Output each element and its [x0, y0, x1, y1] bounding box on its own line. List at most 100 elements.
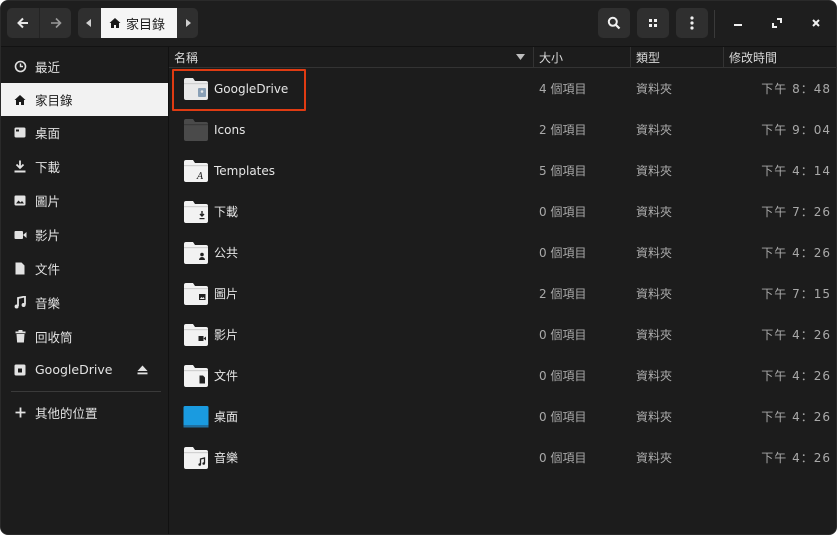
- desktop-folder-icon: [183, 405, 209, 429]
- header-bar: 家目錄: [1, 1, 836, 47]
- column-header-size[interactable]: 大小: [534, 47, 631, 67]
- sidebar-item-label: 最近: [35, 60, 61, 75]
- table-row[interactable]: 音樂 0 個項目 資料夾 下午 4：26: [169, 437, 836, 478]
- sidebar: 最近 家目錄 桌面 下載 圖片 影片 文件 音樂 回收筒 GoogleDrive…: [1, 47, 169, 534]
- videos-folder-icon: [183, 323, 209, 347]
- close-button[interactable]: [801, 8, 831, 38]
- sidebar-item-videos[interactable]: 影片: [1, 218, 168, 251]
- forward-button[interactable]: [39, 8, 71, 38]
- column-header-label: 修改時間: [729, 50, 778, 65]
- table-row[interactable]: 公共 0 個項目 資料夾 下午 4：26: [169, 232, 836, 273]
- desktop-icon: [13, 126, 27, 140]
- file-name: GoogleDrive: [214, 81, 289, 96]
- sidebar-item-other-locations[interactable]: 其他的位置: [1, 396, 168, 429]
- sidebar-item-trash[interactable]: 回收筒: [1, 320, 168, 353]
- download-folder-icon: [183, 200, 209, 224]
- file-size: 4 個項目: [539, 82, 587, 96]
- file-type: 資料夾: [636, 123, 673, 137]
- templates-folder-icon: A: [183, 159, 209, 183]
- sidebar-item-label: 桌面: [35, 126, 61, 141]
- file-name: 音樂: [214, 451, 239, 465]
- table-row[interactable]: Icons 2 個項目 資料夾 下午 9：04: [169, 109, 836, 150]
- sidebar-item-label: GoogleDrive: [35, 362, 113, 377]
- sidebar-item-home[interactable]: 家目錄: [1, 83, 168, 116]
- maximize-button[interactable]: [762, 8, 792, 38]
- file-modified: 下午 4：26: [761, 369, 831, 383]
- table-row[interactable]: 圖片 2 個項目 資料夾 下午 7：15: [169, 273, 836, 314]
- search-icon: [607, 16, 621, 30]
- chevron-left-icon: [86, 19, 91, 27]
- file-size: 0 個項目: [539, 451, 587, 465]
- sidebar-item-label: 家目錄: [35, 93, 73, 108]
- table-row[interactable]: 桌面 0 個項目 資料夾 下午 4：26: [169, 396, 836, 437]
- sidebar-item-downloads[interactable]: 下載: [1, 150, 168, 183]
- file-size: 0 個項目: [539, 369, 587, 383]
- file-type: 資料夾: [636, 451, 673, 465]
- sidebar-item-recent[interactable]: 最近: [1, 50, 168, 83]
- file-size: 0 個項目: [539, 328, 587, 342]
- pictures-folder-icon: [183, 282, 209, 306]
- drive-folder-icon: [183, 77, 209, 101]
- svg-text:A: A: [196, 172, 204, 182]
- sidebar-item-label: 下載: [35, 160, 61, 175]
- sidebar-item-desktop[interactable]: 桌面: [1, 116, 168, 149]
- file-name: Templates: [214, 163, 276, 178]
- sidebar-item-documents[interactable]: 文件: [1, 252, 168, 285]
- menu-button[interactable]: [676, 8, 708, 38]
- eject-icon[interactable]: [137, 363, 148, 378]
- column-header-name[interactable]: 名稱: [169, 47, 534, 67]
- minimize-button[interactable]: [723, 8, 753, 38]
- file-name: 圖片: [214, 287, 239, 301]
- search-button[interactable]: [598, 8, 630, 38]
- sidebar-item-pictures[interactable]: 圖片: [1, 184, 168, 217]
- file-type: 資料夾: [636, 369, 673, 383]
- file-type: 資料夾: [636, 328, 673, 342]
- table-row[interactable]: GoogleDrive 4 個項目 資料夾 下午 8：48: [169, 68, 836, 109]
- column-header-type[interactable]: 類型: [631, 47, 724, 67]
- sidebar-item-label: 其他的位置: [35, 406, 98, 421]
- document-icon: [13, 262, 27, 276]
- file-name: 影片: [214, 328, 239, 342]
- file-name: 桌面: [214, 410, 239, 424]
- header-separator: [714, 10, 715, 38]
- plus-icon: [13, 406, 27, 420]
- home-icon: [13, 93, 27, 107]
- path-scroll-right-button[interactable]: [178, 8, 198, 38]
- path-scroll-left-button[interactable]: [78, 8, 100, 38]
- file-type: 資料夾: [636, 164, 673, 178]
- file-size: 0 個項目: [539, 410, 587, 424]
- path-home-button[interactable]: 家目錄: [101, 8, 177, 38]
- documents-folder-icon: [183, 364, 209, 388]
- table-row[interactable]: 下載 0 個項目 資料夾 下午 7：26: [169, 191, 836, 232]
- image-icon: [13, 194, 27, 208]
- sort-descending-icon: [516, 54, 525, 60]
- file-type: 資料夾: [636, 410, 673, 424]
- column-header-label: 類型: [636, 50, 661, 65]
- file-modified: 下午 4：26: [761, 410, 831, 424]
- sidebar-item-label: 圖片: [35, 194, 61, 209]
- drive-icon: [13, 363, 27, 377]
- clock-icon: [13, 60, 27, 74]
- music-folder-icon: [183, 446, 209, 470]
- file-type: 資料夾: [636, 287, 673, 301]
- vertical-dots-icon: [690, 16, 694, 30]
- sidebar-item-googledrive[interactable]: GoogleDrive: [1, 353, 168, 386]
- table-row[interactable]: 文件 0 個項目 資料夾 下午 4：26: [169, 355, 836, 396]
- file-modified: 下午 4：26: [761, 328, 831, 342]
- path-home-label: 家目錄: [126, 17, 166, 33]
- file-size: 0 個項目: [539, 246, 587, 260]
- minimize-icon: [734, 24, 742, 26]
- chevron-right-icon: [186, 19, 191, 27]
- table-row[interactable]: 影片 0 個項目 資料夾 下午 4：26: [169, 314, 836, 355]
- home-icon: [109, 18, 121, 28]
- sidebar-item-music[interactable]: 音樂: [1, 286, 168, 319]
- sidebar-item-label: 影片: [35, 228, 61, 243]
- trash-icon: [13, 330, 27, 344]
- music-icon: [13, 296, 27, 310]
- back-button[interactable]: [7, 8, 39, 38]
- column-header-modified[interactable]: 修改時間: [724, 47, 836, 67]
- view-toggle-button[interactable]: [637, 8, 669, 38]
- column-header-label: 名稱: [174, 50, 199, 65]
- file-manager-window: 家目錄 最近 家目錄 桌面 下載 圖片 影片 文件 音樂 回收筒 GoogleD…: [0, 0, 837, 535]
- table-row[interactable]: A Templates 5 個項目 資料夾 下午 4：14: [169, 150, 836, 191]
